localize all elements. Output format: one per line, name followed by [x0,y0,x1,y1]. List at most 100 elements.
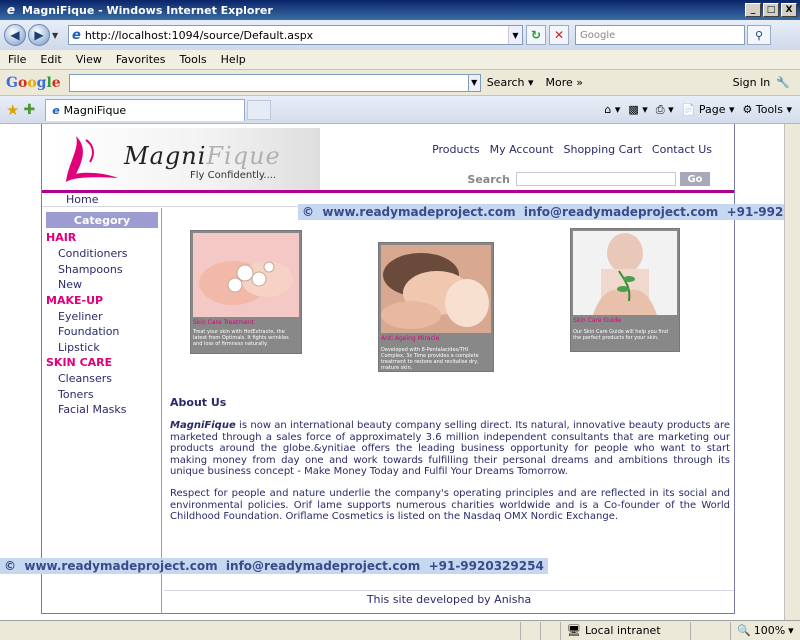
product-image-2 [381,245,491,333]
recent-pages-dropdown[interactable]: ▼ [52,31,62,40]
add-favorites-icon[interactable]: ✚ [23,102,35,118]
category-list: HAIR Conditioners Shampoons New MAKE-UP … [46,230,128,418]
maximize-button[interactable]: □ [763,3,779,17]
google-search-input[interactable] [68,73,469,92]
category-shampoons[interactable]: Shampoons [46,262,128,278]
tab-magnifique[interactable]: e MagniFique [45,98,246,121]
google-more-button[interactable]: More » [546,76,584,89]
product-desc-3: Our Skin Care Guide will help you find t… [573,329,668,341]
header-divider [42,190,734,193]
ie-icon: e [6,3,16,17]
menu-view[interactable]: View [76,53,102,66]
product-card-3[interactable]: Skin Care Guide Our Skin Care Guide will… [570,228,680,352]
watermark-bottom: © www.readymadeproject.com info@readymad… [0,558,548,574]
zoom-dropdown-icon: ▾ [788,624,794,637]
back-button[interactable]: ◀ [4,24,26,46]
search-box[interactable]: Google [575,25,745,45]
product-caption-2: Anti Ageing Miracle [381,335,440,342]
category-conditioners[interactable]: Conditioners [46,246,128,262]
category-toners[interactable]: Toners [46,387,128,403]
go-button[interactable]: Go [680,172,710,186]
product-image-3 [573,231,677,315]
menu-help[interactable]: Help [221,53,246,66]
watermark-top: © www.readymadeproject.com info@readymad… [298,204,800,220]
address-dropdown[interactable]: ▼ [508,26,522,44]
top-nav: Products My Account Shopping Cart Contac… [432,143,712,156]
tab-page-icon: e [52,103,60,117]
about-brand: MagniFique [170,420,236,431]
logo-swoosh-icon [66,136,118,182]
minimize-button[interactable]: _ [745,3,761,17]
home-link[interactable]: Home [66,193,98,206]
nav-my-account[interactable]: My Account [490,143,554,156]
google-logo: Google [6,74,61,91]
menu-edit[interactable]: Edit [40,53,61,66]
footer-text: This site developed by Anisha [366,593,532,606]
product-card-1[interactable]: Skin Care Treatment Treat your skin with… [190,230,302,354]
menu-favorites[interactable]: Favorites [116,53,166,66]
logo-tagline: Fly Confidently.... [190,170,277,181]
nav-contact-us[interactable]: Contact Us [652,143,712,156]
category-sidebar: Category HAIR Conditioners Shampoons New… [42,208,162,614]
category-lipstick[interactable]: Lipstick [46,340,128,356]
category-cleansers[interactable]: Cleansers [46,371,128,387]
home-icon[interactable]: ⌂ ▾ [604,103,620,116]
security-zone[interactable]: 🖥 Local intranet [560,621,690,640]
stop-button[interactable]: ✕ [549,25,569,45]
site-search-input[interactable] [516,172,676,186]
category-facial-masks[interactable]: Facial Masks [46,402,128,418]
status-bar: 🖥 Local intranet 🔍 100% ▾ [0,620,800,640]
about-paragraph-2: Respect for people and nature underlie t… [170,488,730,522]
category-heading: Category [46,212,158,228]
category-new[interactable]: New [46,277,128,293]
product-card-2[interactable]: Anti Ageing Miracle Developed with 8-Pen… [378,242,494,372]
url-text[interactable]: http://localhost:1094/source/Default.asp… [85,29,508,42]
google-search-button[interactable]: Search ▾ [487,76,534,89]
main-content: Skin Care Treatment Treat your skin with… [164,208,734,586]
google-toolbar: Google ▼ Search ▾ More » Sign In 🔧 [0,70,800,96]
search-label: Search [467,172,510,186]
search-icon[interactable]: ⚲ [747,25,771,45]
protected-mode[interactable] [690,621,730,640]
address-bar[interactable]: e http://localhost:1094/source/Default.a… [68,25,523,45]
title-bar: e MagniFique - Windows Internet Explorer… [0,0,800,20]
nav-shopping-cart[interactable]: Shopping Cart [564,143,642,156]
zoom-control[interactable]: 🔍 100% ▾ [730,621,800,640]
category-group-hair[interactable]: HAIR [46,230,128,246]
about-paragraph-1: MagniFique is now an international beaut… [170,420,730,478]
forward-button[interactable]: ▶ [28,24,50,46]
tab-bar: ★ ✚ e MagniFique ⌂ ▾ ▩ ▾ ⎙ ▾ 📄 Page ▾ ⚙ … [0,96,800,124]
tools-menu[interactable]: ⚙ Tools ▾ [743,103,793,116]
site-search: Search Go [467,172,710,186]
zone-text: Local intranet [584,624,661,637]
nav-products[interactable]: Products [432,143,480,156]
product-caption-3: Skin Care Guide [573,317,622,324]
product-image-1 [193,233,299,317]
logo[interactable]: MagniFique Fly Confidently.... [50,128,320,190]
wrench-icon[interactable]: 🔧 [776,76,790,89]
menu-tools[interactable]: Tools [180,53,207,66]
zoom-text: 100% [753,624,786,637]
about-text-1: is now an international beauty company s… [170,420,730,477]
search-placeholder: Google [580,29,616,41]
new-tab-button[interactable] [247,99,272,120]
category-group-make-up[interactable]: MAKE-UP [46,293,128,309]
product-desc-1: Treat your skin with HotExtracte, the la… [193,329,289,347]
category-group-skin-care[interactable]: SKIN CARE [46,355,128,371]
google-search-dropdown[interactable]: ▼ [468,73,481,92]
address-toolbar: ◀ ▶ ▼ e http://localhost:1094/source/Def… [0,20,800,50]
refresh-button[interactable]: ↻ [526,25,546,45]
window-title: MagniFique - Windows Internet Explorer [22,3,273,17]
print-icon[interactable]: ⎙ ▾ [656,103,674,117]
category-eyeliner[interactable]: Eyeliner [46,309,128,325]
sign-in-link[interactable]: Sign In [733,76,771,89]
close-button[interactable]: X [781,3,797,17]
page-viewport: MagniFique Fly Confidently.... Products … [0,124,800,620]
menu-file[interactable]: File [8,53,26,66]
product-desc-2: Developed with 8-Pentalacides/THI Comple… [381,347,479,371]
page-menu[interactable]: 📄 Page ▾ [682,103,735,116]
category-foundation[interactable]: Foundation [46,324,128,340]
vertical-scrollbar[interactable] [784,124,800,620]
favorites-star-icon[interactable]: ★ [6,101,19,119]
feeds-icon[interactable]: ▩ ▾ [628,103,647,116]
